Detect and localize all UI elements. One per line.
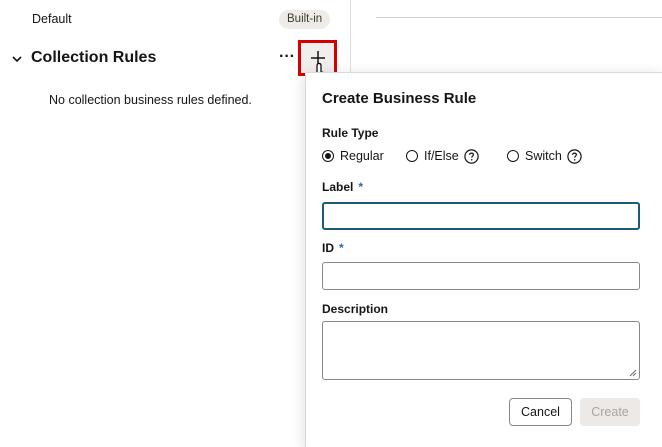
id-field-label: ID * — [322, 241, 344, 255]
built-in-badge: Built-in — [279, 10, 331, 29]
radio-regular-label: Regular — [340, 149, 384, 163]
radio-circle[interactable] — [406, 150, 418, 162]
id-input[interactable] — [322, 262, 640, 290]
radio-if-else-label: If/Else — [424, 149, 459, 163]
help-circle-icon[interactable] — [567, 148, 582, 164]
radio-regular[interactable]: Regular — [322, 147, 384, 165]
radio-switch[interactable]: Switch — [507, 147, 582, 165]
list-item-default[interactable]: Default Built-in — [0, 8, 350, 32]
label-field-text: Label — [322, 180, 354, 194]
description-field-label: Description — [322, 302, 389, 316]
description-textarea[interactable] — [322, 321, 640, 380]
id-field-text: ID — [322, 241, 334, 255]
create-business-rule-popup: Create Business Rule Rule Type Regular I… — [305, 72, 662, 447]
cancel-button[interactable]: Cancel — [509, 398, 572, 426]
label-input[interactable] — [322, 202, 640, 230]
required-mark: * — [339, 241, 344, 255]
right-panel-line — [376, 17, 662, 18]
help-circle-icon[interactable] — [464, 148, 479, 164]
empty-rules-message: No collection business rules defined. — [49, 93, 252, 107]
section-title: Collection Rules — [31, 49, 157, 66]
default-item-label: Default — [32, 12, 72, 26]
label-field-label: Label * — [322, 180, 363, 194]
popup-title: Create Business Rule — [322, 90, 477, 107]
more-options-icon[interactable]: ··· — [279, 49, 297, 68]
rule-type-radio-group: Regular If/Else Switch — [322, 147, 642, 165]
radio-circle[interactable] — [507, 150, 519, 162]
radio-circle-selected[interactable] — [322, 150, 334, 162]
required-mark: * — [358, 180, 364, 194]
create-button[interactable]: Create — [580, 398, 640, 426]
resize-grip-icon[interactable] — [629, 369, 637, 377]
rule-type-label: Rule Type — [322, 126, 379, 140]
chevron-down-icon[interactable] — [11, 53, 23, 65]
radio-if-else[interactable]: If/Else — [406, 147, 479, 165]
radio-switch-label: Switch — [525, 149, 562, 163]
